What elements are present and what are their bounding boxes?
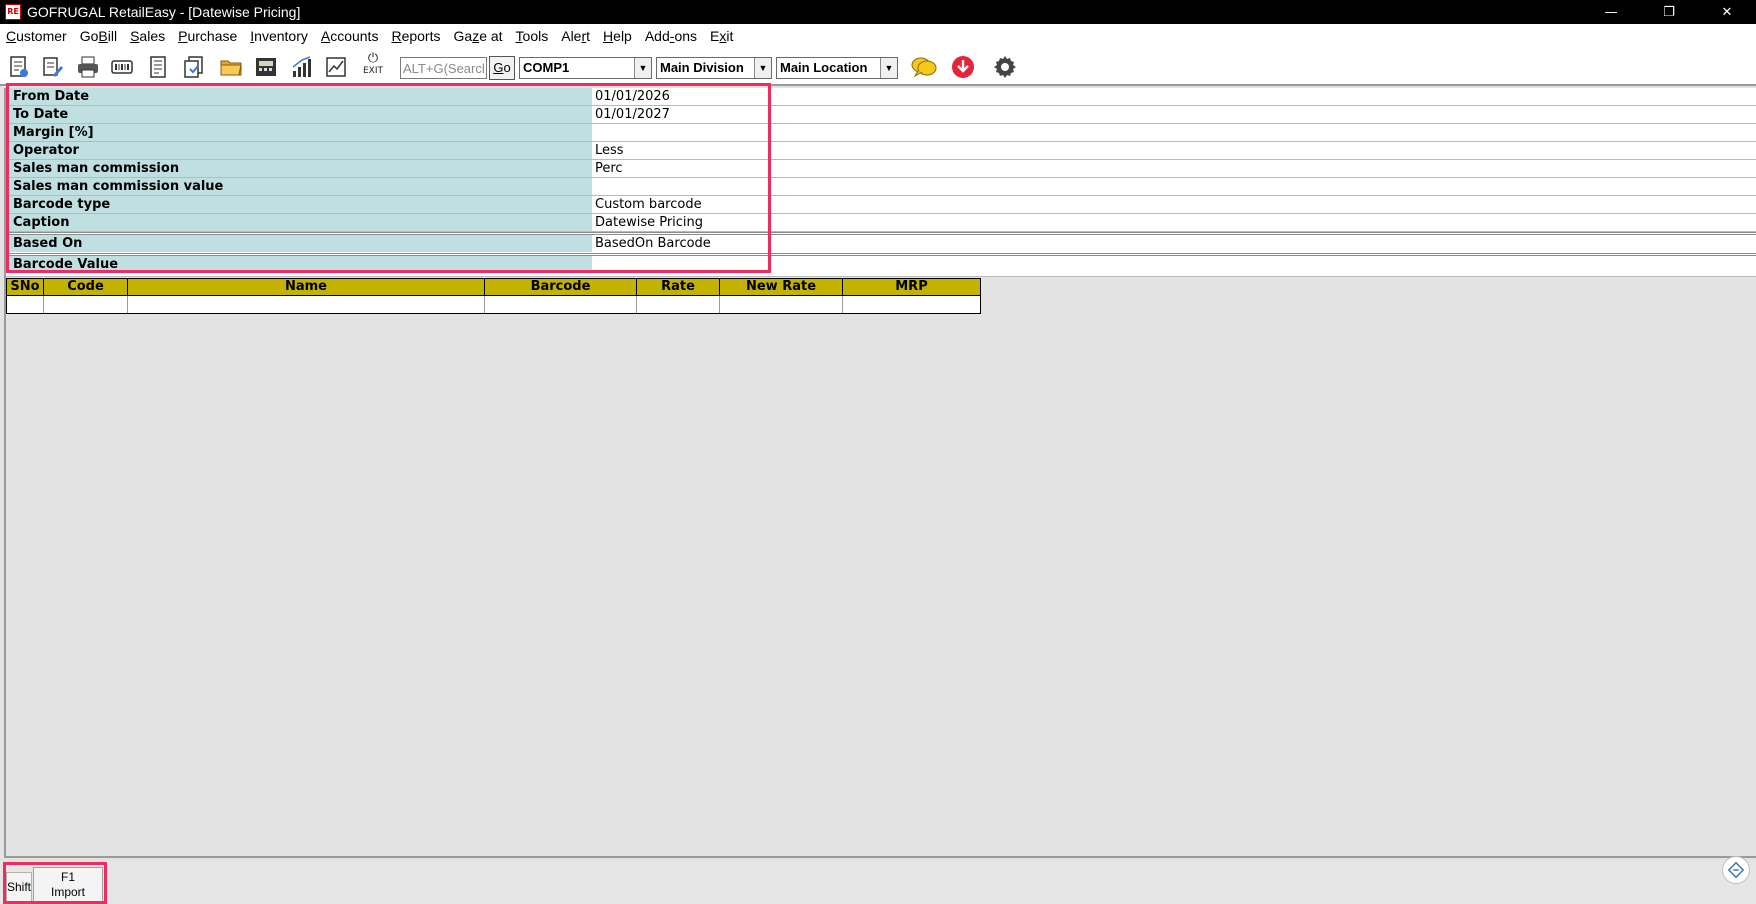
menu-help[interactable]: Help (597, 25, 639, 47)
toolbar: ⏻ EXIT Go COMP1 ▼ Main Division ▼ Main L… (0, 48, 1756, 86)
bar-chart-icon[interactable] (289, 54, 315, 80)
based-on-field[interactable]: BasedOn Barcode (595, 235, 711, 252)
menu-exit[interactable]: Exit (704, 25, 740, 47)
exit-button[interactable]: ⏻ EXIT (358, 52, 388, 82)
barcode-type-field[interactable]: Custom barcode (595, 196, 702, 213)
function-key-bar: Shift F1 Import (0, 862, 1756, 904)
form-row-to-date[interactable]: To Date 01/01/2027 (6, 106, 1756, 124)
copy-icon[interactable] (181, 54, 207, 80)
operator-field[interactable]: Less (595, 142, 624, 159)
minimize-button[interactable]: — (1582, 0, 1640, 24)
window-title: GOFRUGAL RetailEasy - [Datewise Pricing] (27, 4, 301, 20)
bill-icon[interactable] (6, 54, 32, 80)
chevron-down-icon[interactable]: ▼ (880, 58, 897, 78)
grid-cell[interactable] (637, 296, 720, 313)
search-input[interactable] (400, 57, 487, 79)
form-row-salesman-commission[interactable]: Sales man commission Perc (6, 160, 1756, 178)
restore-button[interactable]: ❐ (1640, 0, 1698, 24)
menu-gobill[interactable]: GoBill (74, 25, 124, 47)
form-row-from-date[interactable]: From Date 01/01/2026 (6, 88, 1756, 106)
barcode-reader-icon[interactable] (109, 54, 135, 80)
menu-alert[interactable]: Alert (555, 25, 597, 47)
window-controls: — ❐ ✕ (1582, 0, 1756, 24)
form-row-barcode-value[interactable]: Barcode Value (6, 253, 1756, 277)
from-date-field[interactable]: 01/01/2026 (595, 88, 670, 105)
form-label: Barcode type (6, 196, 592, 213)
form-label: Caption (6, 214, 592, 231)
grid-cell[interactable] (128, 296, 485, 313)
location-select[interactable]: Main Location ▼ (776, 57, 898, 79)
grid-cell[interactable] (44, 296, 128, 313)
form-label: Sales man commission value (6, 178, 592, 195)
column-header[interactable]: Rate (637, 279, 720, 295)
close-button[interactable]: ✕ (1698, 0, 1756, 24)
menu-sales[interactable]: Sales (124, 25, 172, 47)
grid-cell[interactable] (843, 296, 980, 313)
power-icon: ⏻ (367, 51, 379, 66)
menu-bar: Customer GoBill Sales Purchase Inventory… (0, 24, 1756, 48)
column-header[interactable]: New Rate (720, 279, 843, 295)
chevron-down-icon[interactable]: ▼ (634, 58, 651, 78)
edit-document-icon[interactable] (40, 54, 66, 80)
column-header[interactable]: SNo (7, 279, 44, 295)
division-select[interactable]: Main Division ▼ (656, 57, 772, 79)
form-row-operator[interactable]: Operator Less (6, 142, 1756, 160)
menu-accounts[interactable]: Accounts (315, 25, 386, 47)
menu-inventory[interactable]: Inventory (244, 25, 315, 47)
form-label: Margin [%] (6, 124, 592, 141)
form-row-barcode-type[interactable]: Barcode type Custom barcode (6, 196, 1756, 214)
form-row-based-on[interactable]: Based On BasedOn Barcode (6, 232, 1756, 255)
calculator-icon[interactable] (253, 54, 279, 80)
report-icon[interactable] (145, 54, 171, 80)
shift-button[interactable]: Shift (6, 872, 32, 902)
menu-gaze-at[interactable]: Gaze at (448, 25, 510, 47)
grid-cell[interactable] (7, 296, 44, 313)
open-folder-icon[interactable] (218, 54, 244, 80)
chevron-down-icon[interactable]: ▼ (754, 58, 771, 78)
menu-add-ons[interactable]: Add-ons (639, 25, 704, 47)
assistant-diamond-icon[interactable] (1722, 856, 1750, 884)
form-label: Based On (6, 235, 592, 252)
column-header[interactable]: Barcode (485, 279, 637, 295)
column-header[interactable]: MRP (843, 279, 980, 295)
grid-cell[interactable] (720, 296, 843, 313)
items-grid: SNo Code Name Barcode Rate New Rate MRP (6, 278, 981, 314)
column-header[interactable]: Code (44, 279, 128, 295)
caption-field[interactable]: Datewise Pricing (595, 214, 703, 231)
menu-tools[interactable]: Tools (510, 25, 556, 47)
column-header[interactable]: Name (128, 279, 485, 295)
download-alert-icon[interactable] (950, 54, 976, 80)
grid-cell[interactable] (485, 296, 637, 313)
frame-bottom-border (4, 856, 1756, 858)
form-label: Operator (6, 142, 592, 159)
form-row-margin[interactable]: Margin [%] (6, 124, 1756, 142)
form-label: From Date (6, 88, 592, 105)
go-button[interactable]: Go (489, 56, 515, 80)
title-bar: RE GOFRUGAL RetailEasy - [Datewise Prici… (0, 0, 1756, 24)
chat-icon[interactable] (910, 54, 938, 80)
settings-gear-icon[interactable] (992, 54, 1018, 80)
form-label: Sales man commission (6, 160, 592, 177)
menu-purchase[interactable]: Purchase (172, 25, 244, 47)
table-row[interactable] (6, 296, 981, 314)
grid-header: SNo Code Name Barcode Rate New Rate MRP (6, 278, 981, 296)
form-row-caption[interactable]: Caption Datewise Pricing (6, 214, 1756, 232)
form-row-salesman-commission-value[interactable]: Sales man commission value (6, 178, 1756, 196)
salesman-commission-field[interactable]: Perc (595, 160, 623, 177)
to-date-field[interactable]: 01/01/2027 (595, 106, 670, 123)
menu-reports[interactable]: Reports (385, 25, 447, 47)
form-label: Barcode Value (6, 256, 592, 273)
form-label: To Date (6, 106, 592, 123)
menu-customer[interactable]: Customer (0, 25, 74, 47)
print-icon[interactable] (75, 54, 101, 80)
app-logo-icon: RE (5, 4, 21, 20)
company-select[interactable]: COMP1 ▼ (519, 57, 652, 79)
line-chart-icon[interactable] (323, 54, 349, 80)
import-button[interactable]: F1 Import (33, 867, 103, 903)
